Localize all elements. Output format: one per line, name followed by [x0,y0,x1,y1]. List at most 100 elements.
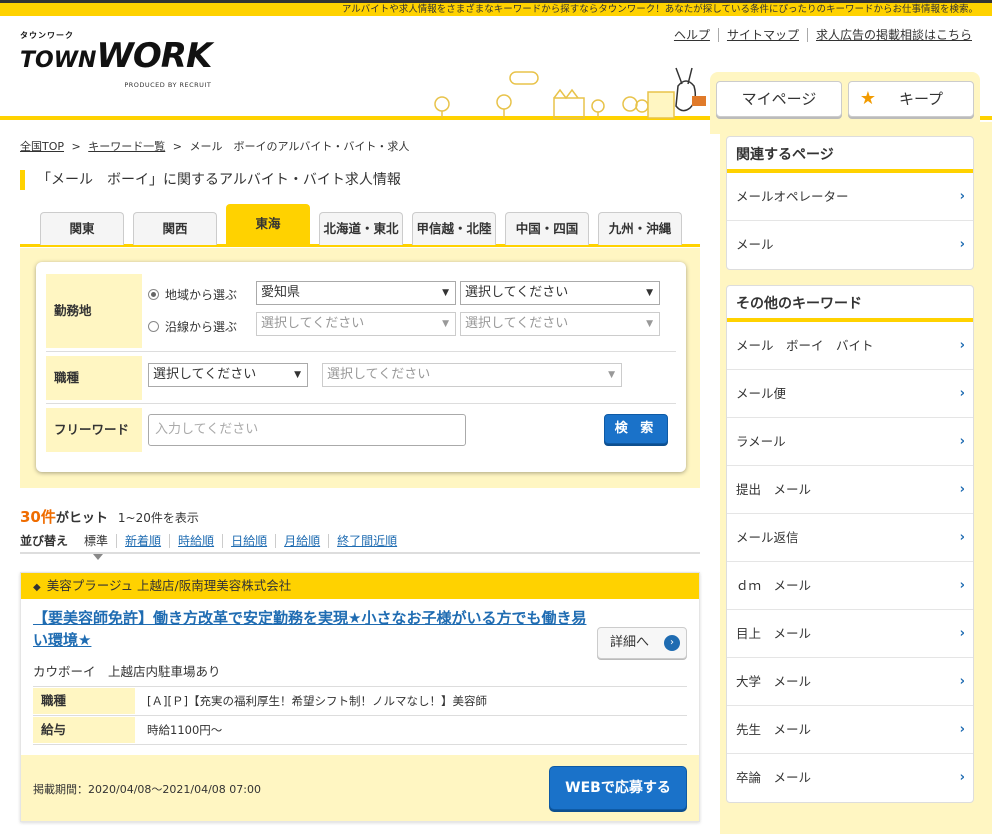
chevron-right-icon: › [959,530,965,545]
keyword-item[interactable]: 先生 メール › [727,706,973,754]
job-category-select[interactable]: 選択してください ▼ [148,363,308,387]
search-panel: 勤務地 地域から選ぶ 沿線から選ぶ 愛知県 ▼ 選択してください ▼ 選択してくださ… [20,248,700,488]
job-type-row: 職種 選択してください ▼ 選択してください ▼ [46,354,676,404]
sort-caret-icon [93,554,103,560]
sort-newest[interactable]: 新着順 [116,534,170,548]
tab-kanto[interactable]: 関東 [40,212,124,245]
result-count: 30件がヒット 1~20件を表示 [20,506,199,527]
keyword-item[interactable]: 目上 メール › [727,610,973,658]
ad-consult-link[interactable]: 求人広告の掲載相談はこちら [806,28,980,42]
free-word-input[interactable]: 入力してください [148,414,466,446]
prefecture-select[interactable]: 愛知県 ▼ [256,281,456,305]
keyword-item[interactable]: 卒論 メール › [727,754,973,802]
job-type-label: 職種 [46,356,142,400]
detail-label: 詳細へ [610,635,650,650]
sitemap-link[interactable]: サイトマップ [717,28,807,42]
company-name: 美容プラージュ 上越店/阪南理美容株式会社 [21,573,699,599]
sidebar: 関連するページ メールオペレーター › メール › その他のキーワード メール ボー… [720,122,992,834]
breadcrumb-keywords-link[interactable]: キーワード一覧 [88,140,165,153]
radio-by-line[interactable]: 沿線から選ぶ [148,318,237,335]
keyword-item[interactable]: 大学 メール › [727,658,973,706]
logo-produced-by: PRODUCED BY RECRUIT [124,81,212,89]
keyword-item[interactable]: メール ボーイ バイト › [727,322,973,370]
tab-hokkaido-tohoku[interactable]: 北海道・東北 [319,212,403,245]
keep-label: キープ [898,90,944,108]
dropdown-arrow-icon: ▼ [442,319,449,329]
radio-by-area[interactable]: 地域から選ぶ [148,286,237,303]
sort-ending-soon[interactable]: 終了間近順 [328,534,406,548]
related-pages-box: 関連するページ メールオペレーター › メール › [726,136,974,270]
chevron-right-icon: › [959,237,965,252]
chevron-right-icon: › [664,635,680,651]
job-card: 美容プラージュ 上越店/阪南理美容株式会社 【要美容師免許】働き方改革で安定勤務… [20,572,700,822]
web-apply-button[interactable]: WEBで応募する [549,766,687,810]
breadcrumb-separator: > [172,140,182,153]
townwork-logo[interactable]: タウンワーク TOWNWORK PRODUCED BY RECRUIT [20,30,212,89]
star-icon: ★ [859,88,877,109]
info-key: 給与 [33,717,135,743]
chevron-right-icon: › [959,189,965,204]
job-info-table: 職種 [Ａ][Ｐ]【充実の福利厚生！希望シフト制！ノルマなし！】美容師 給与 時… [33,686,687,745]
line-select[interactable]: 選択してください ▼ [256,312,456,336]
related-item[interactable]: メールオペレーター › [727,173,973,221]
chevron-right-icon: › [959,434,965,449]
chevron-right-icon: › [959,386,965,401]
related-item[interactable]: メール › [727,221,973,269]
hit-label: がヒット [55,511,108,526]
other-keywords-title: その他のキーワード [727,286,973,322]
detail-button[interactable]: 詳細へ › [597,627,687,659]
keyword-item[interactable]: 提出 メール › [727,466,973,514]
related-pages-title: 関連するページ [727,137,973,173]
tab-tokai[interactable]: 東海 [226,204,310,244]
free-word-label: フリーワード [46,408,142,452]
keep-button[interactable]: ★ キープ [848,81,974,117]
sort-daily[interactable]: 日給順 [222,534,276,548]
listing-period: 掲載期間：2020/04/08～2021/04/08 07:00 [33,783,261,796]
location-label: 勤務地 [46,274,142,348]
sort-standard[interactable]: 標準 [76,534,116,548]
sort-monthly[interactable]: 月給順 [275,534,329,548]
region-tabs: 関東 関西 東海 北海道・東北 甲信越・北陸 中国・四国 九州・沖縄 [20,204,700,247]
info-value: 時給1100円～ [147,723,223,737]
job-subtitle: カウボーイ 上越店内駐車場あり [33,664,221,679]
mypage-button[interactable]: マイページ [716,81,842,117]
tab-koshinetsu-hokuriku[interactable]: 甲信越・北陸 [412,212,496,245]
town-illustration-icon [434,67,706,119]
dropdown-arrow-icon: ▼ [646,288,653,298]
sort-hourly[interactable]: 時給順 [169,534,223,548]
job-title-link[interactable]: 【要美容師免許】働き方改革で安定勤務を実現★小さなお子様がいる方でも働き易い環境… [33,607,593,651]
breadcrumb-current: メール ボーイのアルバイト・バイト・求人 [189,140,410,153]
display-range: 1~20件を表示 [117,511,199,525]
search-button[interactable]: 検 索 [604,414,668,444]
keyword-item[interactable]: ラメール › [727,418,973,466]
chevron-right-icon: › [959,338,965,353]
dropdown-arrow-icon: ▼ [294,370,301,380]
page-title: 「メール ボーイ」に関するアルバイト・バイト求人情報 [20,170,401,190]
hit-count: 30件 [20,508,56,526]
breadcrumb-separator: > [71,140,81,153]
site-header: タウンワーク TOWNWORK PRODUCED BY RECRUIT ヘルプサ… [0,16,992,134]
radio-selected-icon [148,289,159,300]
chevron-right-icon: › [959,722,965,737]
job-subcategory-select[interactable]: 選択してください ▼ [322,363,622,387]
tab-chugoku-shikoku[interactable]: 中国・四国 [505,212,589,245]
breadcrumb-home-link[interactable]: 全国TOP [20,140,64,153]
header-links: ヘルプ サイトマップ 求人広告の掲載相談はこちら [666,26,980,43]
chevron-right-icon: › [959,578,965,593]
sort-bar: 並び替え 標準 新着順 時給順 日給順 月給順 終了間近順 [20,532,700,560]
tab-kansai[interactable]: 関西 [133,212,217,245]
keyword-item[interactable]: ｄｍ メール › [727,562,973,610]
station-select[interactable]: 選択してください ▼ [460,312,660,336]
dropdown-arrow-icon: ▼ [646,319,653,329]
help-link[interactable]: ヘルプ [666,28,718,42]
dropdown-arrow-icon: ▼ [442,288,449,298]
other-keywords-box: その他のキーワード メール ボーイ バイト › メール便 › ラメール › 提出 メー… [726,285,974,803]
chevron-right-icon: › [959,626,965,641]
keyword-item[interactable]: メール便 › [727,370,973,418]
free-word-row: フリーワード 入力してください 検 索 [46,406,676,456]
tab-kyushu-okinawa[interactable]: 九州・沖縄 [598,212,682,245]
keyword-item[interactable]: メール返信 › [727,514,973,562]
dropdown-arrow-icon: ▼ [608,370,615,380]
info-value: [Ａ][Ｐ]【充実の福利厚生！希望シフト制！ノルマなし！】美容師 [147,694,487,708]
area-select[interactable]: 選択してください ▼ [460,281,660,305]
